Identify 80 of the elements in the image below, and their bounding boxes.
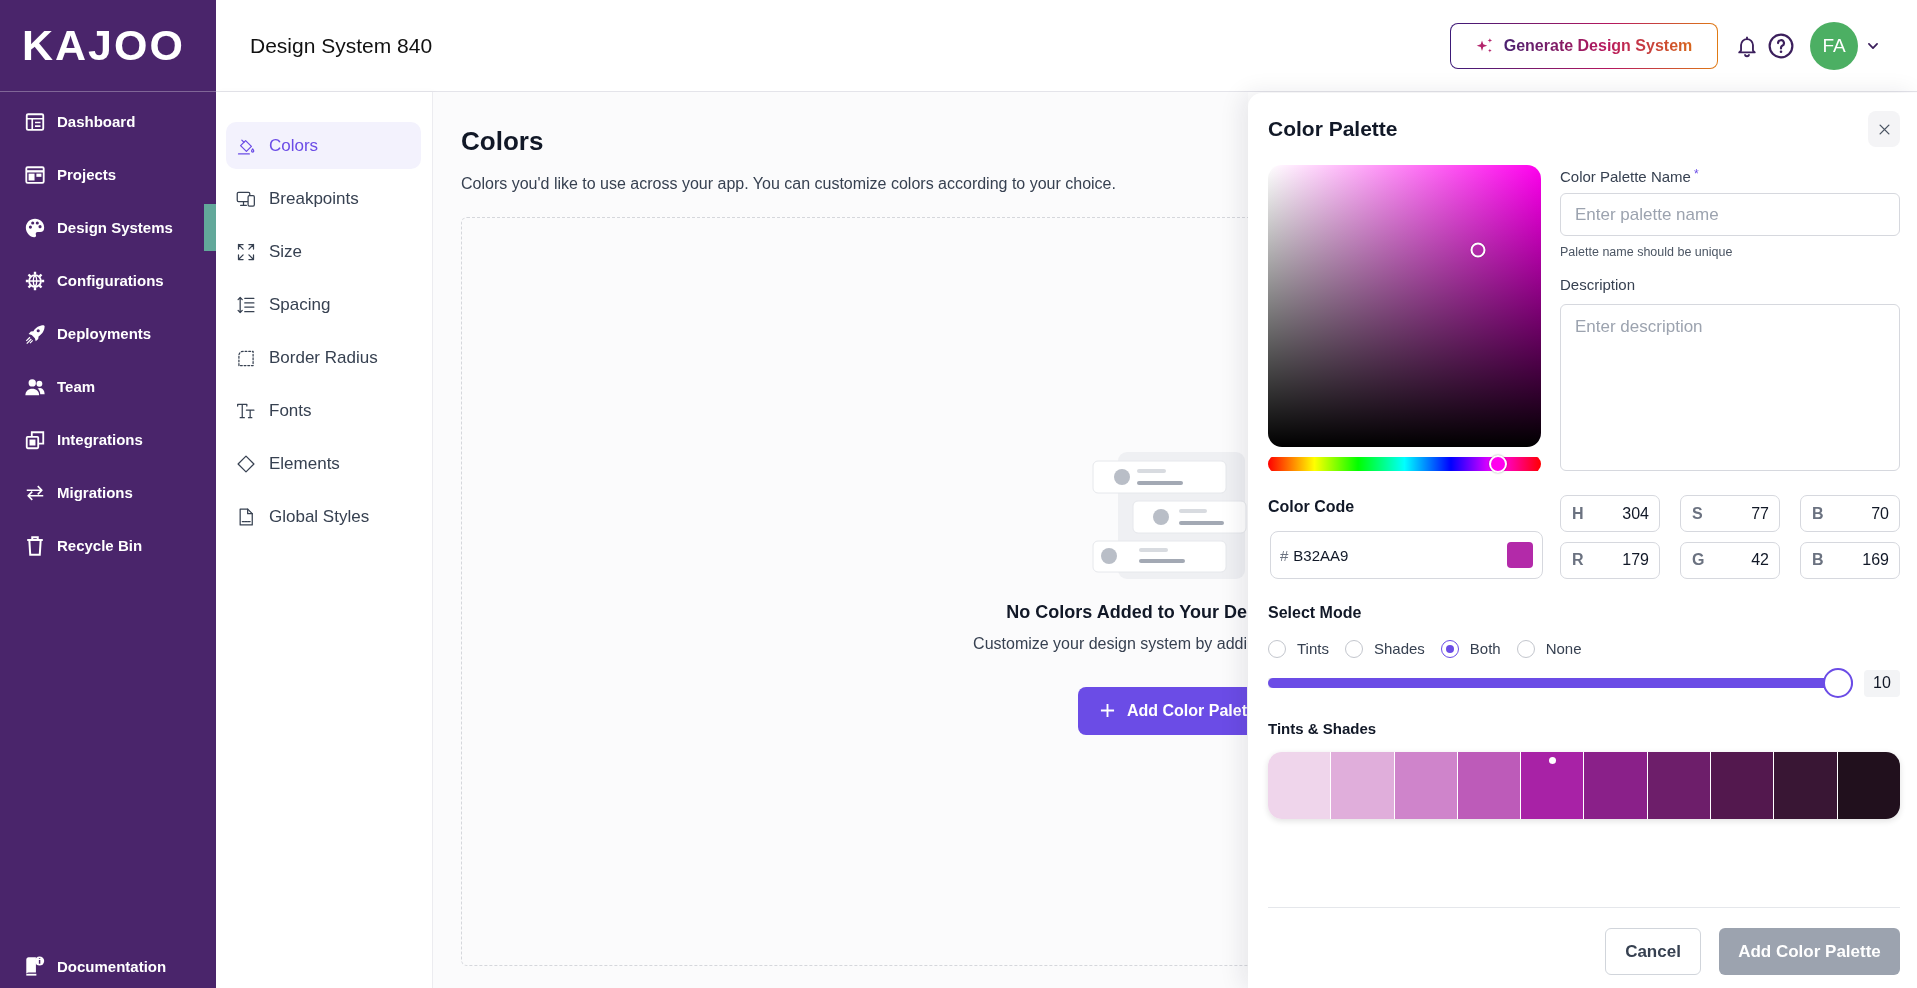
- documentation-link[interactable]: Documentation: [0, 944, 216, 988]
- settings-nav-item[interactable]: Size: [226, 228, 421, 275]
- globe-gear-icon: [24, 269, 46, 292]
- color-swatch[interactable]: [1710, 752, 1774, 819]
- empty-state-text: Customize your design system by addi: [973, 633, 1247, 654]
- channel-field[interactable]: B 169: [1800, 541, 1900, 579]
- channel-field[interactable]: B 70: [1800, 495, 1900, 532]
- select-mode-label: Select Mode: [1268, 603, 1363, 623]
- settings-nav-item[interactable]: Global Styles: [226, 493, 421, 540]
- color-swatch[interactable]: [1520, 752, 1584, 819]
- channel-field[interactable]: R 179: [1560, 541, 1660, 579]
- table-layout-icon: [24, 110, 46, 133]
- slider-thumb[interactable]: [1823, 668, 1853, 699]
- active-indicator: [204, 204, 216, 251]
- field-hint: Palette name should be unique: [1560, 244, 1734, 260]
- settings-nav-item[interactable]: Spacing: [226, 281, 421, 328]
- color-swatch-icon: [1507, 542, 1533, 568]
- color-swatch[interactable]: [1268, 752, 1331, 819]
- section-title: Colors: [461, 125, 545, 157]
- channel-field[interactable]: G 42: [1680, 541, 1780, 579]
- color-swatch[interactable]: [1330, 752, 1394, 819]
- stacked-squares-icon: [24, 428, 46, 451]
- palette-name-input[interactable]: Enter palette name: [1560, 193, 1900, 236]
- settings-nav-item[interactable]: Breakpoints: [226, 175, 421, 222]
- plus-icon: [1100, 703, 1115, 718]
- color-swatch[interactable]: [1773, 752, 1837, 819]
- color-swatch[interactable]: [1583, 752, 1647, 819]
- sidebar-nav-item[interactable]: Design Systems: [0, 201, 216, 254]
- mode-radio-option[interactable]: Tints: [1268, 639, 1329, 658]
- window-layout-icon: [24, 163, 46, 186]
- line-spacing-icon: [236, 294, 256, 315]
- sidebar-nav-item[interactable]: Projects: [0, 148, 216, 201]
- color-code-label: Color Code: [1268, 497, 1356, 517]
- sidebar-nav-item[interactable]: Integrations: [0, 413, 216, 466]
- panel-title: Color Palette: [1268, 117, 1398, 141]
- section-description: Colors you'd like to use across your app. You can customize colors according to your choice.: [461, 174, 1117, 194]
- slider-value: 10: [1864, 669, 1900, 697]
- sidebar-nav-item[interactable]: Configurations: [0, 254, 216, 307]
- tints-shades-label: Tints & Shades: [1268, 719, 1378, 740]
- color-picker-handle[interactable]: [1470, 242, 1486, 258]
- hue-slider[interactable]: [1268, 455, 1541, 473]
- mode-radio-option[interactable]: None: [1516, 639, 1582, 658]
- sidebar-nav-item[interactable]: Deployments: [0, 307, 216, 360]
- required-mark: *: [1693, 168, 1699, 180]
- channel-field[interactable]: S 77: [1680, 495, 1780, 532]
- sidebar-nav-item[interactable]: Recycle Bin: [0, 519, 216, 572]
- cancel-button[interactable]: Cancel: [1605, 928, 1701, 975]
- sidebar-nav-item[interactable]: Migrations: [0, 466, 216, 519]
- sidebar-nav-item[interactable]: Dashboard: [0, 95, 216, 148]
- hue-slider-thumb[interactable]: [1489, 455, 1508, 473]
- channel-field[interactable]: H 304: [1560, 495, 1660, 532]
- brand-logo: KAJOO: [22, 24, 185, 67]
- expand-arrows-icon: [236, 241, 256, 262]
- palette-icon: [24, 216, 46, 239]
- empty-state-title: No Colors Added to Your De: [1006, 600, 1247, 624]
- trash-icon: [24, 534, 46, 557]
- rocket-icon: [24, 322, 46, 345]
- color-picker-field[interactable]: [1268, 165, 1541, 447]
- page-title: Design System 840: [250, 33, 434, 58]
- color-swatch[interactable]: [1393, 752, 1457, 819]
- settings-nav-item[interactable]: Colors: [226, 122, 421, 169]
- mode-radio-option[interactable]: Both: [1440, 639, 1501, 658]
- field-label: Description: [1560, 276, 1637, 294]
- color-swatch[interactable]: [1456, 752, 1521, 819]
- color-swatch[interactable]: [1836, 752, 1900, 819]
- settings-nav-item[interactable]: Border Radius: [226, 334, 421, 381]
- sidebar-nav-item[interactable]: Team: [0, 360, 216, 413]
- help-icon[interactable]: [1768, 32, 1794, 59]
- settings-nav-item[interactable]: Elements: [226, 440, 421, 487]
- selected-dot-icon: [1548, 757, 1556, 765]
- diamond-icon: [236, 453, 256, 474]
- color-swatch[interactable]: [1646, 752, 1711, 819]
- book-info-icon: [24, 955, 46, 977]
- add-color-palette-button[interactable]: Add Color Palet: [1078, 686, 1247, 735]
- field-label: Color Palette Name: [1560, 168, 1691, 186]
- mode-radio-option[interactable]: Shades: [1344, 639, 1425, 658]
- generate-design-system-button[interactable]: Generate Design System: [1450, 22, 1718, 69]
- hex-color-field[interactable]: # B32AA9: [1270, 531, 1543, 579]
- settings-nav-item[interactable]: Fonts: [226, 387, 421, 434]
- description-input[interactable]: Enter description: [1560, 304, 1900, 471]
